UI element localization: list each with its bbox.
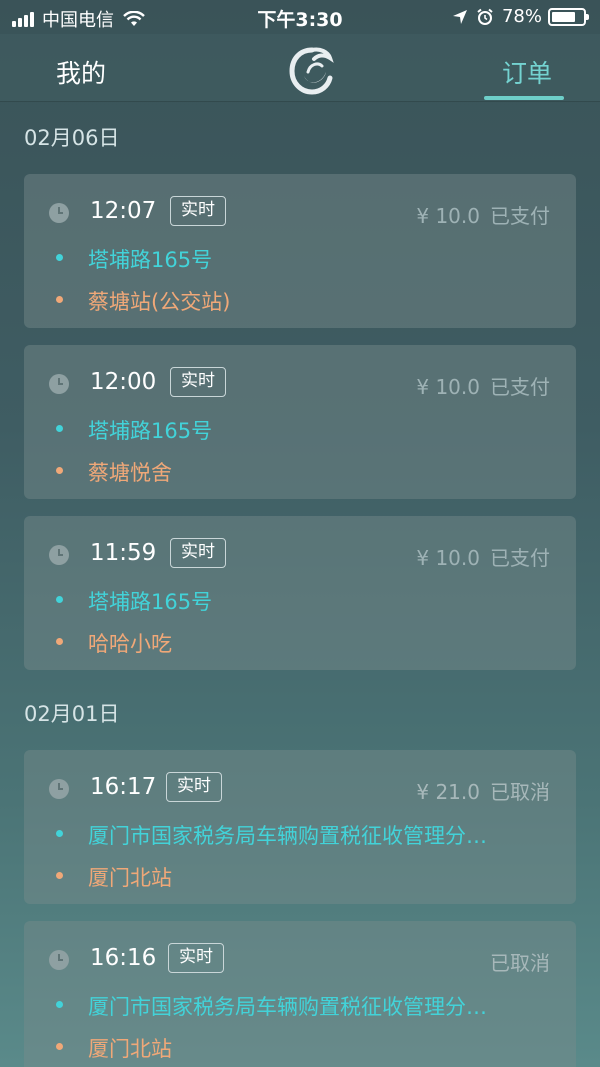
order-price-status: ¥ 10.0 已支付 [416, 542, 550, 571]
to-dot [56, 296, 63, 303]
date-header: 02月06日 [24, 126, 120, 150]
from-dot [56, 596, 63, 603]
order-card[interactable]: 12:00 实时 ¥ 10.0 已支付 塔埔路165号 蔡塘悦舍 [24, 345, 576, 499]
to-dot [56, 872, 63, 879]
tab-mine[interactable]: 我的 [56, 54, 106, 90]
order-card[interactable]: 12:07 实时 ¥ 10.0 已支付 塔埔路165号 蔡塘站(公交站) [24, 174, 576, 328]
to-dot [56, 467, 63, 474]
from-dot [56, 1001, 63, 1008]
from-address: 厦门市国家税务局车辆购置税征收管理分… [88, 824, 487, 848]
order-price: ¥ 21.0 [416, 780, 480, 804]
order-price: ¥ 10.0 [416, 546, 480, 570]
order-status: 已支付 [490, 375, 550, 399]
to-address: 哈哈小吃 [88, 632, 172, 656]
active-tab-indicator [484, 96, 564, 100]
order-card[interactable]: 16:17 实时 ¥ 21.0 已取消 厦门市国家税务局车辆购置税征收管理分… 厦… [24, 750, 576, 904]
dragon-logo-icon [289, 47, 334, 95]
order-price-status: ¥ 21.0 已取消 [416, 776, 550, 805]
nav-bar: 我的 订单 [0, 34, 600, 102]
realtime-tag: 实时 [170, 367, 226, 397]
battery-icon [548, 7, 589, 26]
from-address: 塔埔路165号 [88, 248, 213, 272]
clock-icon [49, 545, 69, 565]
order-price: ¥ 10.0 [416, 204, 480, 228]
to-dot [56, 1043, 63, 1050]
tab-orders[interactable]: 订单 [502, 54, 552, 90]
order-status: 已取消 [490, 780, 550, 804]
from-dot [56, 254, 63, 261]
order-status: 已取消 [490, 951, 550, 975]
order-time: 16:16 [90, 945, 157, 971]
clock-icon [49, 950, 69, 970]
status-bar: 中国电信 下午3:30 78% [0, 0, 600, 34]
realtime-tag: 实时 [166, 772, 222, 802]
to-address: 厦门北站 [88, 866, 172, 890]
clock-icon [49, 779, 69, 799]
from-address: 塔埔路165号 [88, 419, 213, 443]
battery-percent: 78% [501, 6, 542, 27]
order-price-status: ¥ 10.0 已支付 [416, 371, 550, 400]
alarm-icon [477, 8, 493, 25]
realtime-tag: 实时 [168, 943, 224, 973]
location-arrow-icon [452, 9, 467, 24]
order-status: 已支付 [490, 204, 550, 228]
order-price-status: 已取消 [480, 947, 550, 976]
order-card[interactable]: 16:16 实时 已取消 厦门市国家税务局车辆购置税征收管理分… 厦门北站 [24, 921, 576, 1067]
to-address: 蔡塘站(公交站) [88, 290, 231, 314]
order-time: 12:00 [90, 369, 157, 395]
realtime-tag: 实时 [170, 196, 226, 226]
from-address: 厦门市国家税务局车辆购置税征收管理分… [88, 995, 487, 1019]
to-address: 蔡塘悦舍 [88, 461, 172, 485]
date-header: 02月01日 [24, 702, 120, 726]
clock-icon [49, 374, 69, 394]
order-price-status: ¥ 10.0 已支付 [416, 200, 550, 229]
order-price: ¥ 10.0 [416, 375, 480, 399]
to-address: 厦门北站 [88, 1037, 172, 1061]
order-time: 16:17 [90, 774, 157, 800]
order-card[interactable]: 11:59 实时 ¥ 10.0 已支付 塔埔路165号 哈哈小吃 [24, 516, 576, 670]
clock-icon [49, 203, 69, 223]
from-dot [56, 425, 63, 432]
from-dot [56, 830, 63, 837]
order-time: 12:07 [90, 198, 157, 224]
realtime-tag: 实时 [170, 538, 226, 568]
to-dot [56, 638, 63, 645]
from-address: 塔埔路165号 [88, 590, 213, 614]
order-status: 已支付 [490, 546, 550, 570]
order-time: 11:59 [90, 540, 157, 566]
